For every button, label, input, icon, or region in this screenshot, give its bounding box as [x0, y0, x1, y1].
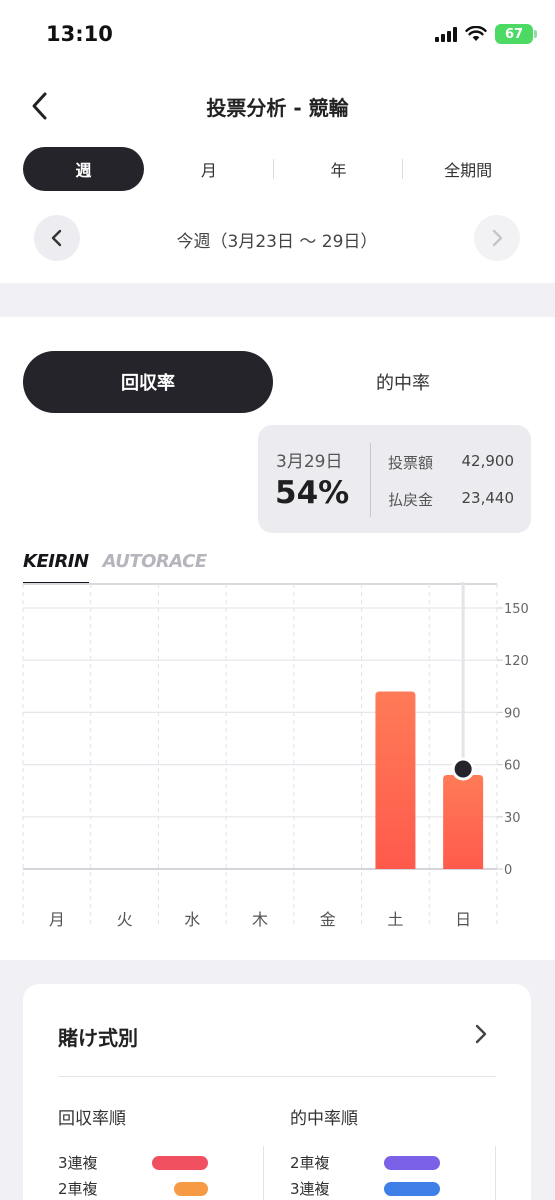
tab-autorace[interactable]: AUTORACE: [103, 551, 208, 585]
wifi-icon: [465, 26, 487, 41]
x-tick-label: 日: [455, 910, 471, 929]
status-icons: 67: [435, 24, 537, 44]
recovery-rate-chart: 0 30 60 90 120 150 月 火 水 木 金 土 日: [22, 582, 529, 929]
bet-type-label: 2車複: [58, 1180, 98, 1198]
cellular-signal-icon: [435, 26, 457, 42]
bet-type-bar: [152, 1155, 208, 1170]
tooltip-bet-label: 投票額: [388, 454, 434, 472]
x-tick-label: 水: [184, 910, 200, 929]
bet-type-label: 3連複: [290, 1180, 330, 1198]
chevron-right-icon: [475, 1024, 487, 1044]
tooltip-bet-value: 42,900: [461, 452, 515, 470]
x-tick-label: 火: [117, 910, 133, 929]
tab-year-label: 年: [330, 161, 347, 180]
week-navigator: 今週（3月23日 〜 29日）: [34, 215, 520, 261]
bet-type-bar: [174, 1181, 208, 1196]
tab-keirin[interactable]: KEIRIN: [23, 551, 89, 585]
bet-type-label: 3連複: [58, 1154, 98, 1172]
tab-week-label: 週: [75, 161, 92, 180]
tab-year[interactable]: 年: [274, 147, 404, 191]
brand-tabs: KEIRIN AUTORACE: [23, 551, 207, 585]
bet-type-card[interactable]: 賭け式別 回収率順 的中率順 3連複 2車複 2車複 3連複: [23, 984, 531, 1200]
tooltip-divider: [370, 443, 371, 517]
x-tick-label: 土: [387, 910, 403, 929]
tab-recovery-rate-label: 回収率: [121, 373, 175, 394]
chart-bar: [443, 775, 484, 869]
tab-month-label: 月: [200, 161, 217, 180]
metric-toggle: 回収率 的中率: [23, 351, 533, 413]
tab-all-period[interactable]: 全期間: [403, 147, 533, 191]
tab-all-period-label: 全期間: [444, 161, 493, 180]
tab-week[interactable]: 週: [23, 147, 144, 191]
tab-hit-rate[interactable]: 的中率: [273, 351, 533, 413]
y-tick-label: 150: [504, 602, 529, 617]
next-week-button[interactable]: [474, 215, 520, 261]
chart-bar: [375, 691, 416, 869]
section-divider: [0, 283, 555, 317]
bet-type-title: 賭け式別: [58, 1026, 138, 1050]
recovery-order-title: 回収率順: [58, 1109, 126, 1129]
period-tabs: 週 月 年 全期間: [23, 147, 533, 191]
week-range-label: 今週（3月23日 〜 29日）: [176, 232, 378, 252]
x-tick-label: 金: [320, 910, 336, 929]
status-time: 13:10: [46, 22, 113, 46]
column-divider: [263, 1146, 264, 1200]
bet-type-row: 3連複: [58, 1152, 208, 1173]
tab-month[interactable]: 月: [144, 147, 274, 191]
chart-tooltip: 3月29日 54% 投票額 42,900 払戻金 23,440: [258, 425, 531, 533]
tooltip-percent: 54%: [275, 475, 350, 511]
x-tick-label: 木: [252, 910, 268, 929]
bet-type-bar: [384, 1155, 440, 1170]
tooltip-bet-row: 投票額 42,900: [388, 452, 514, 473]
bet-type-row: 3連複: [290, 1178, 440, 1199]
bet-type-label: 2車複: [290, 1154, 330, 1172]
tooltip-payout-row: 払戻金 23,440: [388, 489, 514, 510]
page-title: 投票分析 - 競輪: [206, 96, 349, 120]
hit-order-title: 的中率順: [290, 1109, 358, 1129]
tooltip-date: 3月29日: [276, 452, 343, 472]
y-tick-label: 30: [504, 811, 521, 826]
y-tick-label: 90: [504, 706, 521, 721]
chevron-right-icon: [492, 229, 503, 247]
status-bar: 13:10 67: [0, 0, 555, 70]
card-divider: [58, 1076, 496, 1077]
tooltip-payout-label: 払戻金: [388, 491, 434, 509]
bet-type-open-button[interactable]: [471, 1022, 491, 1046]
y-tick-label: 120: [504, 654, 529, 669]
selected-point-marker: [451, 757, 475, 781]
x-tick-label: 月: [49, 910, 65, 929]
battery-level: 67: [504, 26, 524, 42]
y-tick-label: 0: [504, 863, 512, 878]
tooltip-payout-value: 23,440: [461, 489, 515, 507]
battery-icon: 67: [495, 24, 537, 44]
bet-type-row: 2車複: [58, 1178, 208, 1199]
bet-type-bar: [384, 1181, 440, 1196]
y-tick-label: 60: [504, 759, 521, 774]
tab-hit-rate-label: 的中率: [376, 373, 430, 394]
bet-type-row: 2車複: [290, 1152, 440, 1173]
column-divider: [495, 1146, 496, 1200]
tab-recovery-rate[interactable]: 回収率: [23, 351, 273, 413]
header: 投票分析 - 競輪: [0, 80, 555, 134]
